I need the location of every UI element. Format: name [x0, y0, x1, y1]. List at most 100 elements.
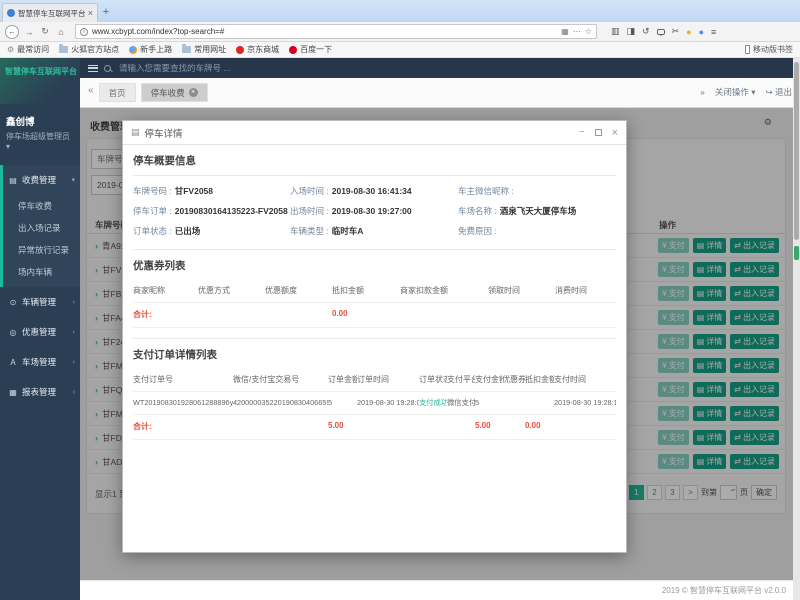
url-text[interactable]: www.xcbypt.com/index?top-search=#	[92, 27, 557, 36]
field-value: 酒泉飞天大厦停车场	[500, 206, 577, 216]
undo-icon[interactable]: ↺	[642, 26, 650, 37]
tabs-scroll-right-icon[interactable]: »	[700, 87, 705, 97]
top-search-bar	[80, 58, 800, 78]
field-value: 临时车A	[332, 226, 364, 236]
logout-button[interactable]: ↪ 退出	[765, 86, 792, 98]
bookmark-item[interactable]: 百度一下	[289, 44, 332, 55]
sidebar-subitem[interactable]: 停车收费	[3, 195, 80, 217]
reload-button[interactable]: ↻	[39, 26, 51, 37]
field-label: 车牌号码 :	[133, 186, 172, 196]
minimize-icon[interactable]: −	[579, 127, 585, 138]
sidebar-item[interactable]: ◎优惠管理‹	[3, 317, 80, 347]
sidebar-item[interactable]: ▤ 收费管理 ▾	[3, 165, 80, 195]
payment-col-header: 订单时间	[357, 374, 419, 385]
modal-title: 停车详情	[145, 126, 183, 140]
menu-toggle-icon[interactable]	[88, 65, 98, 72]
sidebar-block: ⊙车辆管理‹	[0, 287, 80, 317]
back-button[interactable]: ←	[5, 25, 19, 39]
payment-total-cell	[447, 421, 475, 432]
extension-icon[interactable]: ●	[699, 27, 704, 37]
field-label: 车辆类型 :	[290, 226, 329, 236]
close-operations-dropdown[interactable]: 关闭操作 ▾	[715, 86, 756, 98]
mobile-bookmarks[interactable]: 移动版书签	[745, 44, 793, 55]
app-brand[interactable]: 智慧停车互联网平台	[5, 66, 75, 77]
sidebar-subitem[interactable]: 异常放行记录	[3, 239, 80, 261]
page-actions-icon[interactable]: ⋯	[573, 27, 581, 36]
account-icon[interactable]: ●	[686, 27, 691, 37]
site-info-icon[interactable]: i	[80, 28, 88, 36]
field-value: 20190830164135223-FV2058	[175, 206, 288, 216]
toolbar-icons: ▥ ◨ ↺ ✂ ● ● ≡	[611, 26, 716, 37]
new-tab-button[interactable]: +	[98, 3, 114, 22]
chat-icon[interactable]	[657, 29, 665, 35]
coupon-col-header: 消费时间	[555, 285, 616, 296]
folder-icon	[182, 46, 191, 53]
summary-section: 停车概要信息 车牌号码 :甘FV2058入场时间 :2019-08-30 16:…	[133, 145, 616, 249]
user-role-dropdown[interactable]: 停车场超级管理员 ▾	[6, 131, 74, 151]
sidebar-item[interactable]: ▦报表管理‹	[3, 377, 80, 407]
home-button[interactable]: ⌂	[55, 27, 67, 37]
screenshot-icon[interactable]: ✂	[672, 26, 680, 37]
payment-cell: 5	[328, 398, 357, 408]
sidebar-item[interactable]: A车场管理‹	[3, 347, 80, 377]
sidebar-subitem[interactable]: 场内车辆	[3, 261, 80, 283]
scrollbar-thumb[interactable]	[794, 62, 799, 240]
folder-icon	[59, 46, 68, 53]
coupon-col-header: 领取时间	[488, 285, 555, 296]
user-area: 鑫创博 停车场超级管理员 ▾	[0, 104, 80, 155]
url-bar[interactable]: i www.xcbypt.com/index?top-search=# ▦ ⋯ …	[75, 24, 597, 39]
qr-icon[interactable]: ▦	[561, 27, 569, 36]
payment-cell: 5	[475, 398, 502, 408]
bookmark-item[interactable]: 京东商城	[236, 44, 279, 55]
content-area: 收费管理 ⚙ 车牌号码 操作 ›青A9238¥支付▤详情⇄出入记录›甘FV20¥…	[80, 108, 800, 580]
maximize-icon[interactable]	[595, 129, 602, 136]
payment-title: 支付订单详情列表	[133, 339, 616, 369]
tab-close-icon[interactable]: ×	[189, 88, 198, 97]
payment-cell: 支付成功	[419, 398, 447, 408]
coupon-col-header: 优惠额度	[265, 285, 332, 296]
browser-tab[interactable]: 智慧停车互联网平台 - 主页 ×	[2, 3, 98, 22]
payment-col-header: 微信/支付宝交易号	[233, 374, 328, 385]
bookmarks-bar: ⚙最常访问火狐官方站点新手上路常用网址京东商城百度一下 移动版书签	[0, 42, 800, 58]
payment-total-cell	[233, 421, 328, 432]
browser-scrollbar[interactable]	[793, 58, 800, 600]
fee-icon: ▤	[8, 176, 18, 185]
coupon-total-cell	[198, 309, 265, 320]
library-icon[interactable]: ▥	[611, 26, 620, 37]
tab-home[interactable]: 首页	[99, 83, 136, 102]
sidebar-item[interactable]: ⊙车辆管理‹	[3, 287, 80, 317]
tabs-scroll-left-icon[interactable]: «	[88, 85, 94, 96]
search-icon	[104, 65, 111, 72]
bookmark-item[interactable]: 常用网址	[182, 44, 226, 55]
bookmark-item[interactable]: ⚙最常访问	[7, 44, 49, 55]
chevron-down-icon: ▾	[71, 176, 75, 184]
bookmark-star-icon[interactable]: ☆	[585, 27, 592, 36]
bookmark-item[interactable]: 新手上路	[129, 44, 172, 55]
tab-close-icon[interactable]: ×	[88, 8, 93, 18]
gear-icon: ⚙	[7, 46, 14, 54]
payment-total-cell	[419, 421, 447, 432]
bookmark-item[interactable]: 火狐官方站点	[59, 44, 119, 55]
sidebar-item-label: 收费管理	[22, 174, 56, 186]
payment-cell: 微信支付	[447, 398, 475, 408]
sidebar-menu: ▤ 收费管理 ▾ 停车收费出入场记录异常放行记录场内车辆 ⊙车辆管理‹◎优惠管理‹A车场…	[0, 165, 80, 407]
sidebar-block: A车场管理‹	[0, 347, 80, 377]
payment-cell: 2019-08-30 19:28:06	[357, 398, 419, 408]
plate-search-input[interactable]	[117, 62, 792, 74]
sidebar-subitem[interactable]: 出入场记录	[3, 217, 80, 239]
payment-total-cell: 5.00	[328, 421, 357, 432]
payment-cell: WT201908301928061288896yb9ma5ej	[133, 398, 233, 408]
tab-parking-fee[interactable]: 停车收费 ×	[141, 83, 208, 102]
field-label: 车场名称 :	[458, 206, 497, 216]
sidebar: 智慧停车互联网平台 鑫创博 停车场超级管理员 ▾ ▤ 收费管理 ▾ 停车收费出入场记录…	[0, 58, 80, 600]
close-icon[interactable]: ×	[612, 127, 618, 139]
caret-down-icon: ▾	[6, 142, 10, 151]
browser-titlebar: 智慧停车互联网平台 - 主页 × +	[0, 0, 800, 22]
browser-navbar: ← → ↻ ⌂ i www.xcbypt.com/index?top-searc…	[0, 22, 800, 42]
menu-icon[interactable]: ≡	[711, 27, 716, 37]
payment-total-cell	[554, 421, 616, 432]
user-name: 鑫创博	[6, 114, 74, 128]
forward-button[interactable]: →	[23, 27, 35, 37]
sidebar-icon[interactable]: ◨	[627, 26, 636, 37]
coupon-col-header: 抵扣金额	[332, 285, 400, 296]
